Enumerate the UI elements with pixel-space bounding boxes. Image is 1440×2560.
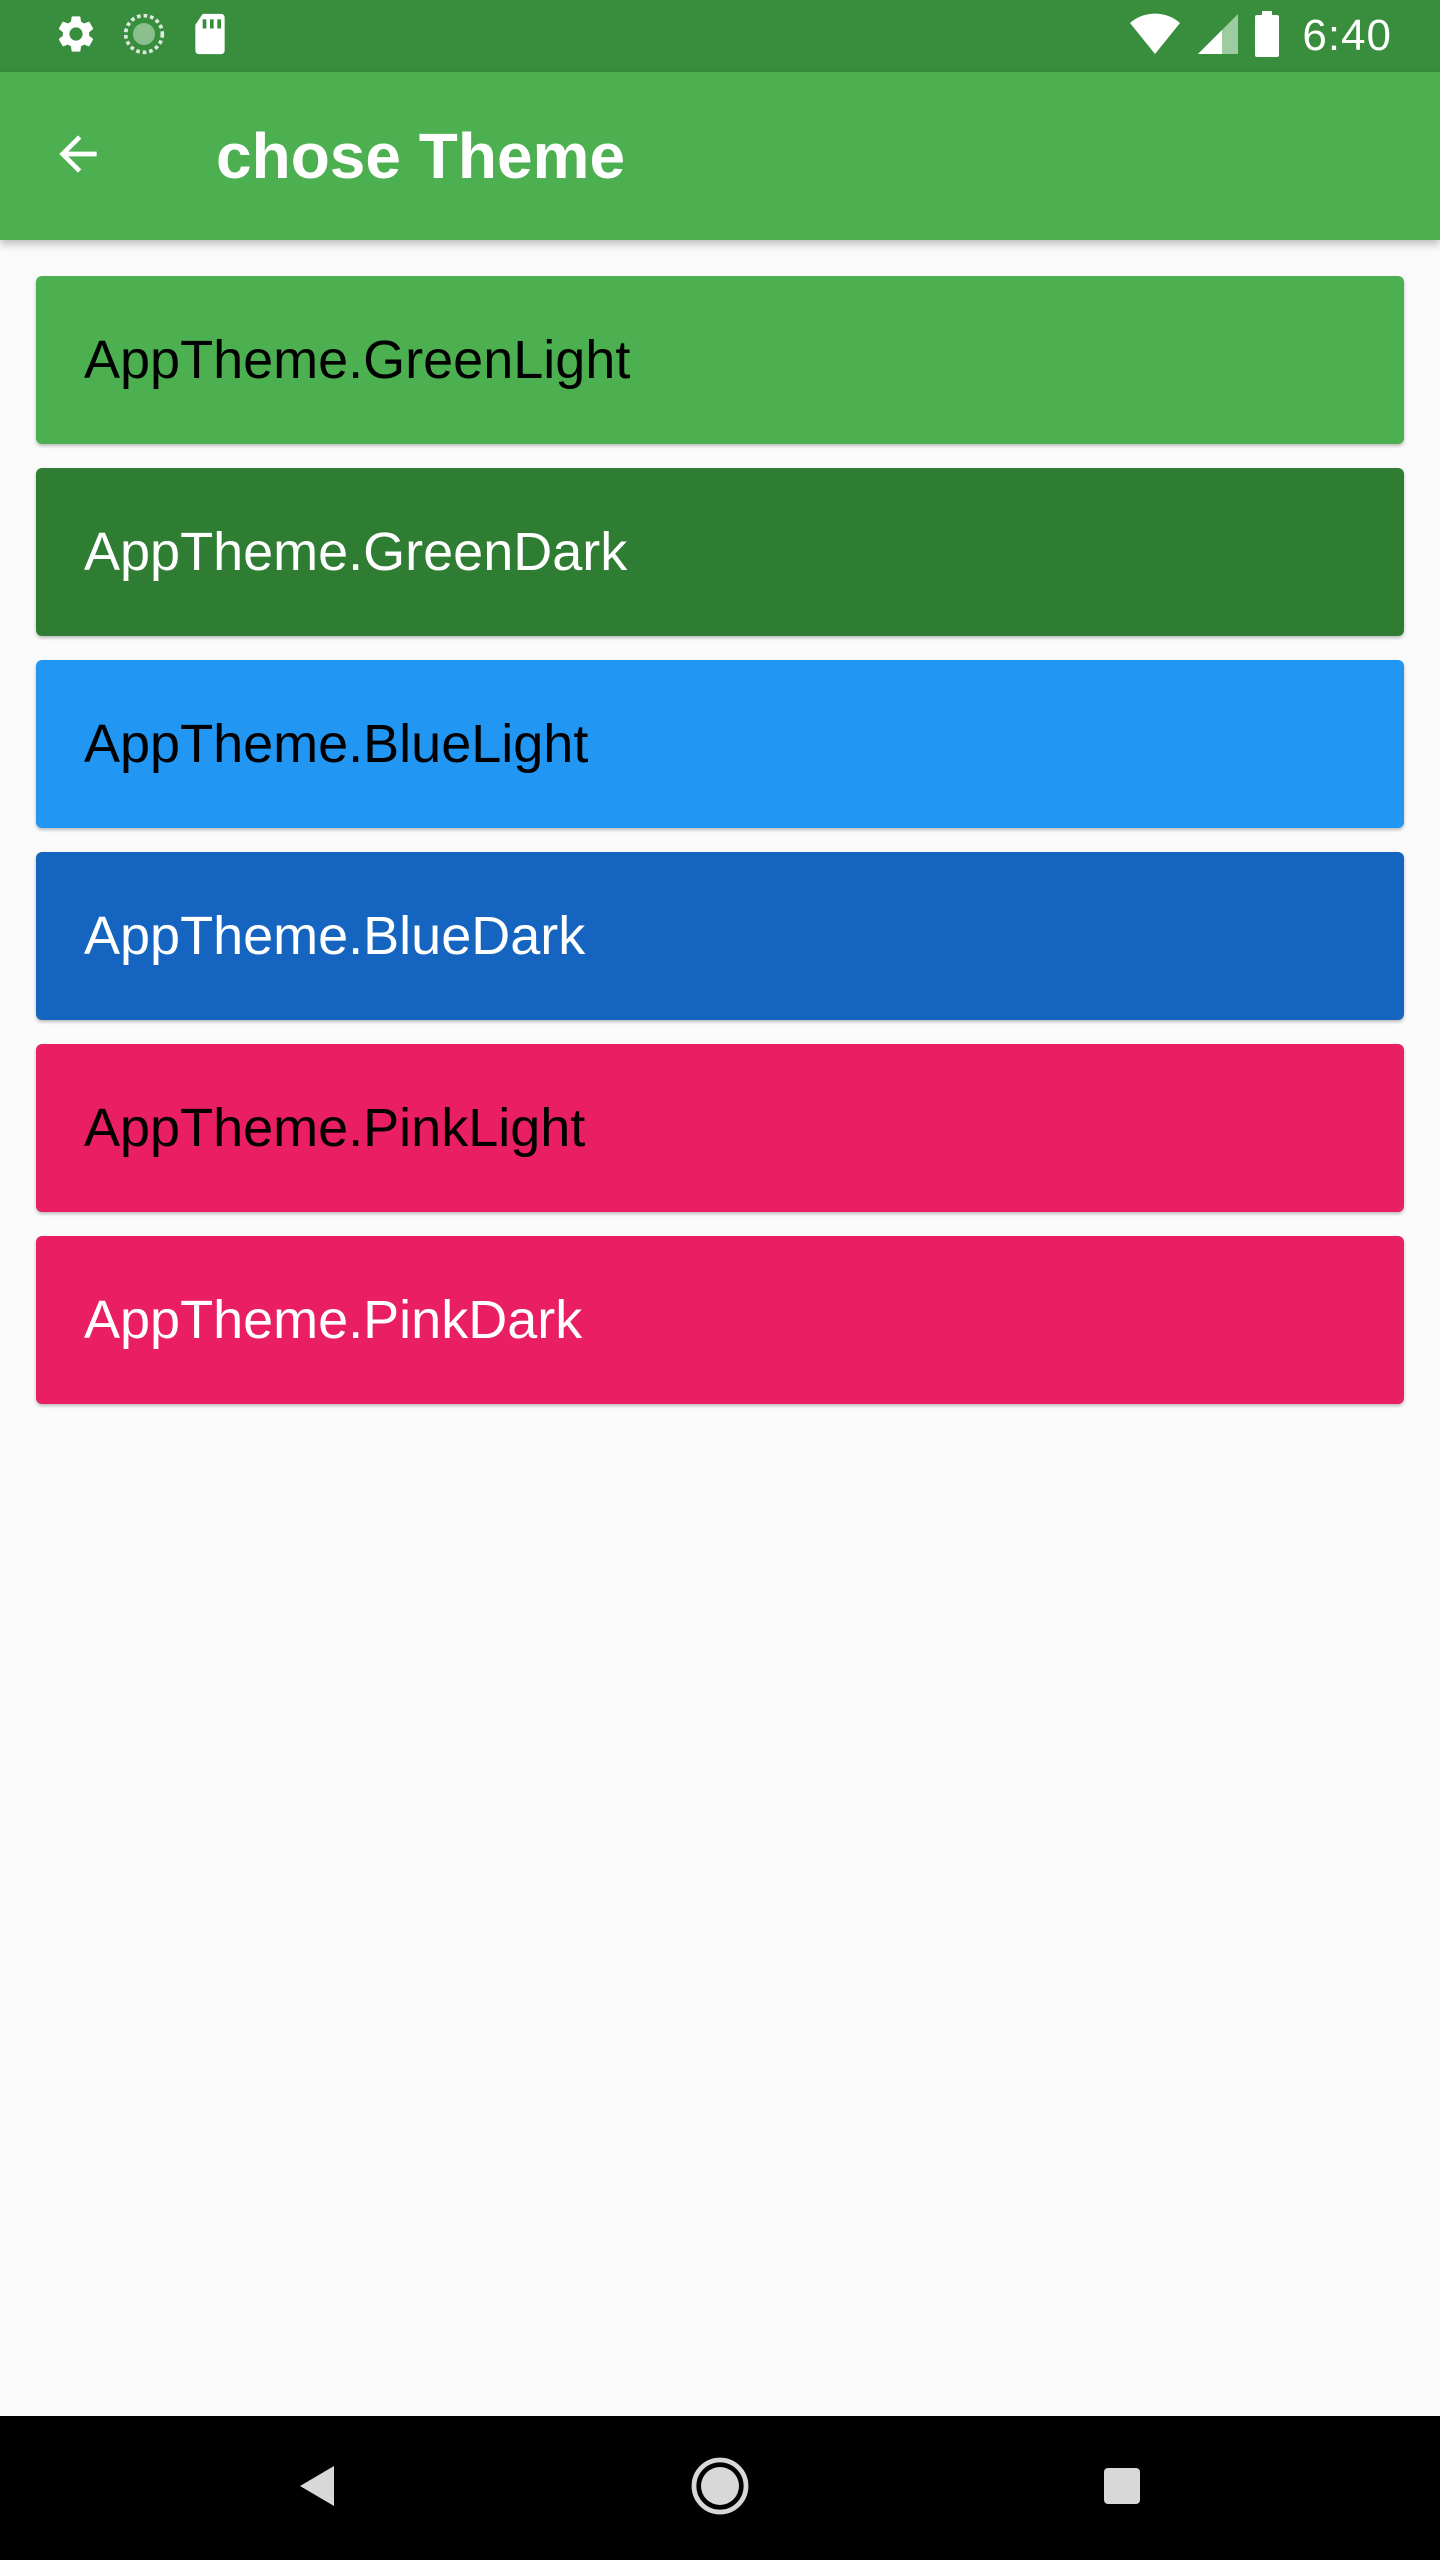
theme-option-blue-light[interactable]: AppTheme.BlueLight [36,660,1404,828]
arrow-back-icon [50,126,106,187]
back-button[interactable] [30,108,126,204]
theme-option-label: AppTheme.GreenDark [84,522,628,582]
nav-recents-button[interactable] [1074,2440,1170,2536]
wifi-icon [1128,12,1182,61]
home-circle-icon [690,2456,750,2521]
status-time: 6:40 [1302,11,1392,60]
theme-option-label: AppTheme.PinkLight [84,1098,586,1158]
theme-option-label: AppTheme.BlueLight [84,714,589,774]
nav-home-button[interactable] [672,2440,768,2536]
theme-option-label: AppTheme.BlueDark [84,906,586,966]
theme-option-label: AppTheme.PinkDark [84,1290,583,1350]
system-nav-bar [0,2416,1440,2560]
battery-icon [1254,10,1280,62]
page-title: chose Theme [216,120,626,192]
theme-option-green-light[interactable]: AppTheme.GreenLight [36,276,1404,444]
theme-list: AppTheme.GreenLight AppTheme.GreenDark A… [36,276,1404,1428]
theme-option-pink-light[interactable]: AppTheme.PinkLight [36,1044,1404,1212]
gear-icon [54,12,98,61]
sync-icon [122,12,166,61]
signal-icon [1196,12,1240,61]
status-bar: 6:40 [0,0,1440,72]
nav-back-button[interactable] [270,2440,366,2536]
theme-option-blue-dark[interactable]: AppTheme.BlueDark [36,852,1404,1020]
theme-option-green-dark[interactable]: AppTheme.GreenDark [36,468,1404,636]
back-triangle-icon [296,2464,340,2513]
sd-card-icon [190,12,230,61]
app-bar: chose Theme [0,72,1440,240]
recents-square-icon [1103,2467,1141,2510]
status-left-icons [54,12,230,60]
theme-option-label: AppTheme.GreenLight [84,330,631,390]
theme-option-pink-dark[interactable]: AppTheme.PinkDark [36,1236,1404,1404]
status-right-icons: 6:40 [1128,0,1392,72]
